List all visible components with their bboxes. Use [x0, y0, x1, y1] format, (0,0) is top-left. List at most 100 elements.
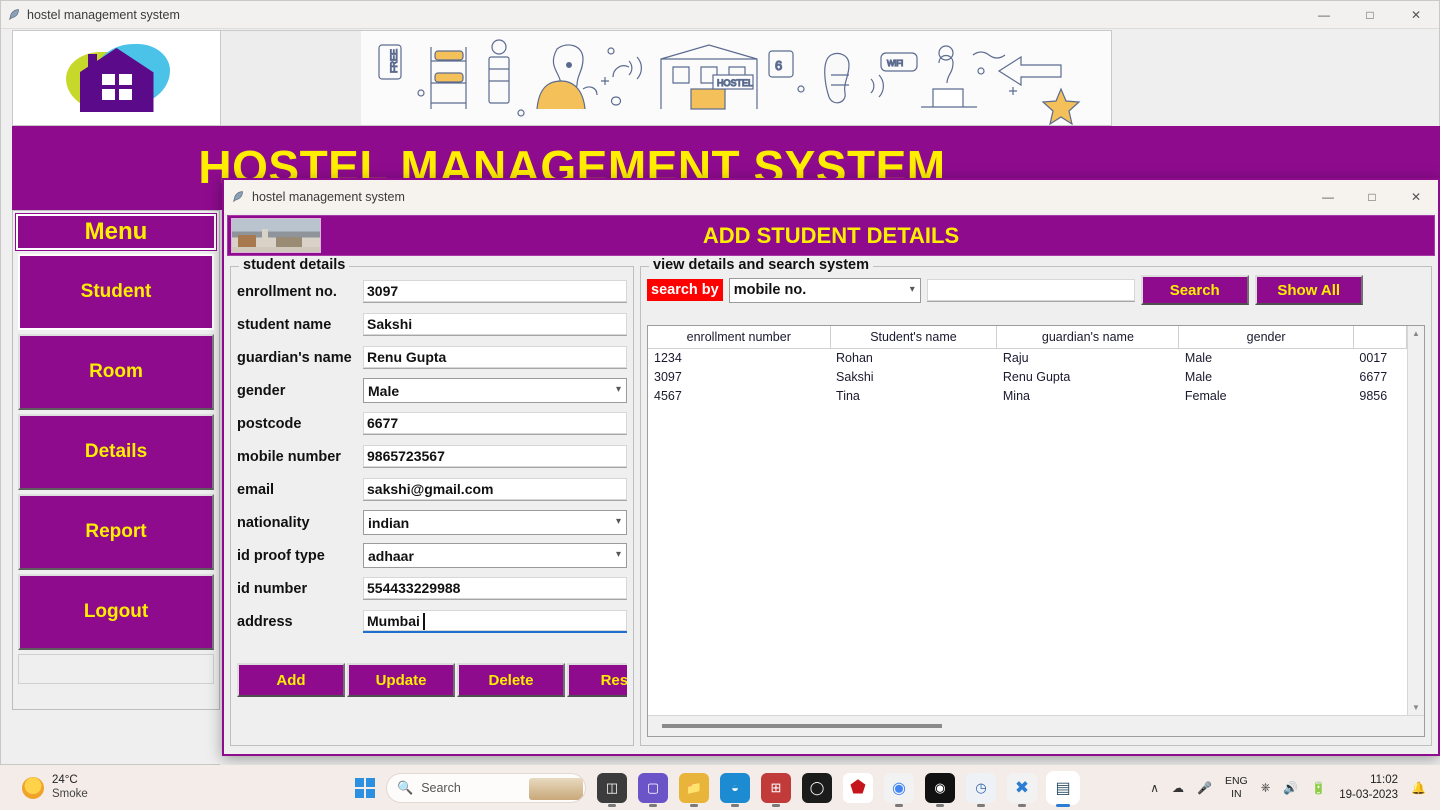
table-row: 1234 Rohan Raju Male 0017 — [648, 348, 1407, 367]
cell-enrollment[interactable]: 4567 — [648, 386, 830, 405]
student-details-fields: enrollment no. student name guardian's n… — [231, 267, 633, 638]
taskbar-search[interactable]: 🔍 Search — [386, 772, 586, 803]
address-input[interactable] — [363, 610, 627, 633]
scroll-down-icon[interactable]: ▼ — [1412, 700, 1420, 715]
taskbar-center: 🔍 Search ◫ ▢ 📁 ◒ ⊞ ◯ ⬟ ◉ ◉ ◷ ✖ ▤ — [355, 772, 1078, 807]
cell-extra[interactable]: 6677 — [1353, 367, 1406, 386]
clock[interactable]: 11:02 19-03-2023 — [1339, 773, 1398, 803]
label-nationality: nationality — [237, 514, 310, 531]
dialog-maximize-button[interactable]: □ — [1350, 180, 1394, 213]
cell-enrollment[interactable]: 1234 — [648, 348, 830, 367]
col-guardian-name[interactable]: guardian's name — [996, 326, 1180, 349]
enrollment-no-input[interactable] — [363, 280, 627, 303]
field-id-proof-type: id proof type ▾ — [231, 539, 633, 572]
add-button[interactable]: Add — [237, 663, 345, 697]
search-by-select[interactable] — [728, 277, 921, 303]
update-button[interactable]: Update — [347, 663, 455, 697]
task-view-icon[interactable]: ◫ — [597, 772, 627, 807]
postcode-input[interactable] — [363, 412, 627, 435]
whatsapp-icon[interactable]: ◉ — [925, 772, 955, 807]
guardian-name-input[interactable] — [363, 346, 627, 369]
dialog-title: hostel management system — [252, 189, 405, 204]
cell-guardian-name[interactable]: Raju — [997, 348, 1179, 367]
dell-icon[interactable]: ◯ — [802, 772, 832, 803]
cell-enrollment[interactable]: 3097 — [648, 367, 830, 386]
email-input[interactable] — [363, 478, 627, 501]
sidebar-item-details[interactable]: Details — [18, 414, 214, 490]
sidebar-item-logout[interactable]: Logout — [18, 574, 214, 650]
id-proof-type-select[interactable] — [363, 543, 627, 568]
notebook-icon[interactable]: ◷ — [966, 772, 996, 807]
table-header-row: enrollment number Student's name guardia… — [648, 326, 1407, 349]
start-button-icon[interactable] — [355, 777, 375, 798]
search-by-field: ▾ — [728, 277, 921, 303]
cell-gender[interactable]: Male — [1179, 348, 1353, 367]
cell-student-name[interactable]: Tina — [830, 386, 997, 405]
gender-select[interactable] — [363, 378, 627, 403]
cell-guardian-name[interactable]: Renu Gupta — [997, 367, 1179, 386]
action-buttons: Add Update Delete Reset — [237, 663, 627, 697]
student-name-input[interactable] — [363, 313, 627, 336]
mcafee-icon[interactable]: ⬟ — [843, 772, 873, 803]
hostel-doodle-banner: FREE HOSTEL 6 WiFi — [361, 31, 1111, 125]
tray-chevron-up-icon[interactable]: ∧ — [1150, 781, 1159, 795]
field-guardian-name: guardian's name — [231, 341, 633, 374]
cell-extra[interactable]: 9856 — [1353, 386, 1406, 405]
sidebar-item-room[interactable]: Room — [18, 334, 214, 410]
microphone-icon[interactable]: 🎤 — [1197, 781, 1212, 795]
field-nationality: nationality ▾ — [231, 506, 633, 539]
col-student-name[interactable]: Student's name — [830, 326, 998, 349]
show-all-button[interactable]: Show All — [1254, 275, 1363, 305]
col-enrollment-number[interactable]: enrollment number — [648, 326, 831, 349]
cell-guardian-name[interactable]: Mina — [997, 386, 1179, 405]
sidebar-item-report[interactable]: Report — [18, 494, 214, 570]
add-student-dialog: hostel management system — □ ✕ ADD STUDE… — [222, 178, 1440, 756]
table-vertical-scrollbar[interactable]: ▲ ▼ — [1407, 326, 1424, 715]
language-indicator[interactable]: ENG IN — [1225, 775, 1248, 800]
weather-widget[interactable]: 24°C Smoke — [22, 774, 88, 800]
dialog-close-button[interactable]: ✕ — [1394, 180, 1438, 213]
main-window-titlebar: hostel management system — □ ✕ — [1, 1, 1439, 29]
dialog-minimize-button[interactable]: — — [1306, 180, 1350, 213]
battery-icon[interactable]: 🔋 — [1311, 781, 1326, 795]
table-horizontal-scrollbar[interactable] — [648, 715, 1424, 736]
id-number-input[interactable] — [363, 577, 627, 600]
cell-student-name[interactable]: Sakshi — [830, 367, 997, 386]
search-button[interactable]: Search — [1140, 275, 1249, 305]
cell-gender[interactable]: Female — [1179, 386, 1353, 405]
hscroll-thumb[interactable] — [662, 724, 942, 728]
volume-icon[interactable]: 🔊 — [1283, 781, 1298, 795]
cell-extra[interactable]: 0017 — [1353, 348, 1406, 367]
label-guardian-name: guardian's name — [237, 349, 352, 366]
delete-button[interactable]: Delete — [457, 663, 565, 697]
edge-icon[interactable]: ◒ — [720, 772, 750, 807]
notification-bell-icon[interactable]: 🔔 — [1411, 781, 1426, 795]
nationality-select[interactable] — [363, 510, 627, 535]
onedrive-cloud-icon[interactable]: ☁ — [1172, 781, 1184, 795]
weather-temperature: 24°C — [52, 774, 78, 787]
vscode-icon[interactable]: ✖ — [1007, 772, 1037, 807]
python-idle-icon[interactable]: ▤ — [1048, 772, 1078, 807]
maximize-button[interactable]: □ — [1347, 1, 1393, 29]
search-input[interactable] — [926, 278, 1135, 302]
scroll-up-icon[interactable]: ▲ — [1412, 326, 1420, 341]
file-explorer-icon[interactable]: 📁 — [679, 772, 709, 807]
cell-student-name[interactable]: Rohan — [830, 348, 997, 367]
cell-gender[interactable]: Male — [1179, 367, 1353, 386]
search-thumbnail — [529, 777, 583, 800]
close-button[interactable]: ✕ — [1393, 1, 1439, 29]
chrome-icon[interactable]: ◉ — [884, 772, 914, 807]
reset-button[interactable]: Reset — [567, 663, 627, 697]
system-tray: ∧ ☁ 🎤 ENG IN ⎈ 🔊 🔋 11:02 19-03-2023 🔔 — [1150, 773, 1426, 803]
microsoft-store-icon[interactable]: ⊞ — [761, 772, 791, 807]
minimize-button[interactable]: — — [1301, 1, 1347, 29]
label-enrollment-no: enrollment no. — [237, 283, 337, 300]
col-extra[interactable] — [1353, 326, 1407, 349]
col-gender[interactable]: gender — [1178, 326, 1354, 349]
student-details-legend: student details — [239, 257, 350, 273]
teams-icon[interactable]: ▢ — [638, 772, 668, 807]
wifi-icon[interactable]: ⎈ — [1261, 780, 1271, 795]
sidebar-item-student[interactable]: Student — [18, 254, 214, 330]
mobile-number-input[interactable] — [363, 445, 627, 468]
label-student-name: student name — [237, 316, 332, 333]
